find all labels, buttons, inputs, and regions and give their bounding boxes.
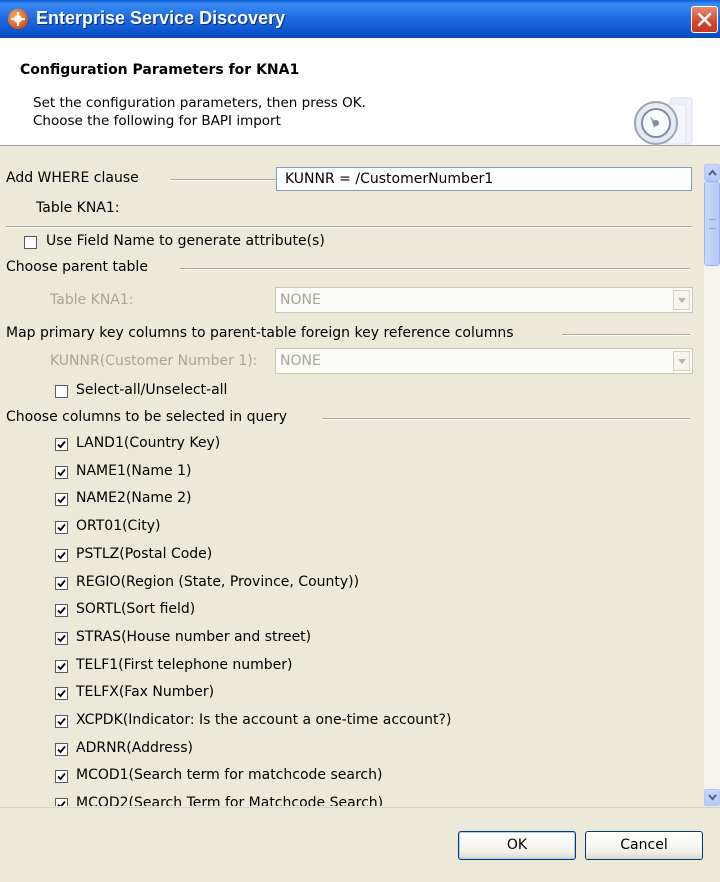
scroll-thumb[interactable] [704, 181, 720, 266]
parent-table-select: NONE [275, 287, 693, 313]
column-label: ADRNR(Address) [76, 739, 193, 756]
checkmark-icon [57, 579, 66, 587]
column-label: STRAS(House number and street) [76, 628, 312, 645]
where-clause-input[interactable]: KUNNR = /CustomerNumber1 [276, 167, 692, 191]
foreign-key-select: NONE [275, 348, 693, 374]
column-label: TELF1(First telephone number) [76, 656, 293, 673]
column-label: XCPDK(Indicator: Is the account a one-ti… [76, 712, 452, 728]
column-checkbox[interactable] [55, 770, 68, 784]
select-all-label: Select-all/Unselect-all [76, 382, 228, 398]
dialog-header: Configuration Parameters for KNA1 Set th… [0, 38, 720, 146]
column-checkbox[interactable] [55, 576, 68, 590]
close-icon [697, 12, 712, 27]
checkmark-icon [57, 551, 66, 560]
chevron-down-icon [708, 794, 717, 801]
chevron-up-icon [708, 169, 717, 176]
columns-group-label: Choose columns to be selected in query [6, 409, 294, 425]
parent-table-value: NONE [280, 292, 321, 308]
where-clause-value: KUNNR = /CustomerNumber1 [285, 171, 494, 187]
close-button[interactable] [691, 6, 718, 33]
column-label: SORTL(Sort field) [76, 601, 196, 618]
map-key-column-label: KUNNR(Customer Number 1): [50, 353, 258, 369]
column-checkbox[interactable] [55, 631, 68, 645]
column-label: MCOD2(Search Term for Matchcode Search) [76, 795, 384, 806]
column-label: NAME1(Name 1) [76, 462, 192, 479]
checkmark-icon [57, 440, 66, 449]
where-clause-group-label: Add WHERE clause [6, 170, 145, 186]
column-checkbox[interactable] [55, 742, 68, 756]
column-label: REGIO(Region (State, Province, County)) [76, 573, 360, 590]
group-divider [180, 268, 690, 270]
column-checkbox[interactable] [55, 798, 68, 806]
column-checkbox[interactable] [55, 548, 68, 562]
use-field-name-checkbox[interactable] [24, 236, 37, 249]
app-icon [8, 9, 28, 29]
parent-table-group-label: Choose parent table [6, 259, 154, 275]
title-bar[interactable]: Enterprise Service Discovery [0, 0, 720, 38]
header-desc-line-1: Set the configuration parameters, then p… [33, 95, 366, 111]
map-keys-group-label: Map primary key columns to parent-table … [6, 325, 520, 341]
checkmark-icon [57, 524, 66, 532]
checkmark-icon [57, 607, 66, 615]
footer-divider [0, 807, 720, 808]
checkmark-icon [57, 801, 66, 806]
parent-table-label: Table KNA1: [50, 292, 134, 308]
column-checkbox[interactable] [55, 659, 68, 673]
checkmark-icon [57, 717, 66, 726]
column-label: TELFX(Fax Number) [76, 684, 215, 701]
group-divider [562, 334, 690, 336]
wizard-banner-icon [634, 97, 693, 145]
header-desc-line-2: Choose the following for BAPI import [33, 113, 281, 129]
group-divider [6, 226, 692, 228]
column-label: MCOD1(Search term for matchcode search) [76, 767, 383, 784]
scroll-grip [709, 219, 716, 229]
column-label: LAND1(Country Key) [76, 435, 221, 451]
column-checkbox[interactable] [55, 493, 68, 507]
checkmark-icon [57, 496, 66, 504]
header-description: Set the configuration parameters, then p… [33, 94, 366, 130]
column-label: ORT01(City) [76, 518, 161, 535]
where-table-label: Table KNA1: [36, 200, 120, 216]
checkmark-icon [57, 468, 66, 477]
scroll-up-button[interactable] [704, 164, 720, 181]
column-checkbox[interactable] [55, 438, 68, 451]
column-checkbox[interactable] [55, 465, 68, 479]
vertical-scrollbar[interactable] [704, 164, 720, 806]
checkmark-icon [57, 745, 66, 754]
chevron-down-icon [673, 290, 690, 310]
window-title: Enterprise Service Discovery [36, 8, 286, 28]
checkmark-icon [57, 773, 66, 781]
column-checkbox[interactable] [55, 715, 68, 728]
checkmark-icon [57, 690, 66, 698]
column-checkbox[interactable] [55, 604, 68, 618]
column-checkbox[interactable] [55, 521, 68, 535]
chevron-down-icon [673, 351, 690, 371]
column-label: PSTLZ(Postal Code) [76, 545, 213, 562]
checkmark-icon [57, 662, 66, 670]
use-field-name-label: Use Field Name to generate attribute(s) [46, 233, 325, 249]
ok-button[interactable]: OK [458, 831, 576, 860]
checkmark-icon [57, 634, 66, 643]
cancel-button[interactable]: Cancel [585, 831, 703, 860]
foreign-key-value: NONE [280, 353, 321, 369]
dialog-content: Add WHERE clause Table KNA1: KUNNR = /Cu… [0, 146, 704, 806]
group-divider [322, 418, 690, 420]
column-checkbox[interactable] [55, 687, 68, 701]
scroll-down-button[interactable] [704, 789, 720, 806]
header-title: Configuration Parameters for KNA1 [20, 62, 300, 78]
column-label: NAME2(Name 2) [76, 490, 192, 507]
dialog-window: Enterprise Service Discovery Configurati… [0, 0, 720, 882]
select-all-checkbox[interactable] [55, 385, 68, 398]
